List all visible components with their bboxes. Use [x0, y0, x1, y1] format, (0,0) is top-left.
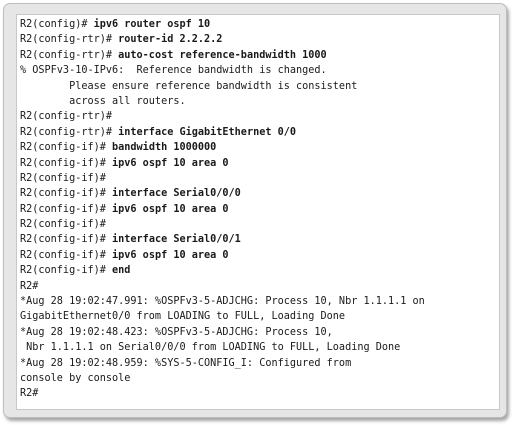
line-prompt: R2(config-rtr)# [20, 34, 119, 46]
terminal-line: R2(config-rtr)# router-id 2.2.2.2 [20, 32, 499, 47]
line-prompt: *Aug 28 19:02:47.991: %OSPFv3-5-ADJCHG: … [20, 296, 425, 308]
line-prompt: % OSPFv3-10-IPv6: Reference bandwidth is… [20, 65, 327, 77]
line-prompt: Nbr 1.1.1.1 on Serial0/0/0 from LOADING … [20, 342, 401, 354]
terminal-line: R2(config-rtr)# interface GigabitEtherne… [20, 125, 499, 140]
line-command: bandwidth 1000000 [112, 142, 217, 154]
line-prompt: R2(config-if)# [20, 203, 113, 215]
terminal-line: R2(config-if)# ipv6 ospf 10 area 0 [20, 156, 499, 171]
terminal-line: across all routers. [20, 94, 499, 109]
terminal-line: R2(config-if)# ipv6 ospf 10 area 0 [20, 202, 499, 217]
line-prompt: R2# [20, 388, 39, 400]
line-prompt: *Aug 28 19:02:48.423: %OSPFv3-5-ADJCHG: … [20, 326, 333, 338]
terminal-line: R2# [20, 386, 499, 401]
terminal-line: R2(config)# ipv6 router ospf 10 [20, 17, 499, 32]
terminal-line: *Aug 28 19:02:47.991: %OSPFv3-5-ADJCHG: … [20, 294, 499, 309]
line-command: interface GigabitEthernet 0/0 [118, 126, 297, 138]
line-command: ipv6 ospf 10 area 0 [112, 249, 229, 261]
line-prompt: R2(config-if)# [20, 172, 106, 184]
line-prompt: R2(config-if)# [20, 265, 113, 277]
line-command: ipv6 ospf 10 area 0 [112, 203, 229, 215]
line-prompt: R2(config-rtr)# [20, 126, 119, 138]
line-prompt: R2(config-if)# [20, 188, 113, 200]
terminal-line: R2(config-if)# interface Serial0/0/1 [20, 232, 499, 247]
line-command: auto-cost reference-bandwidth 1000 [118, 49, 327, 61]
line-command: end [112, 265, 131, 277]
line-prompt: GigabitEthernet0/0 from LOADING to FULL,… [20, 311, 346, 323]
line-command: ipv6 router ospf 10 [93, 19, 211, 30]
line-prompt: R2(config-rtr)# [20, 111, 113, 123]
line-command: ipv6 ospf 10 area 0 [112, 157, 229, 169]
line-prompt: R2(config)# [20, 19, 94, 30]
terminal-line: GigabitEthernet0/0 from LOADING to FULL,… [20, 309, 499, 324]
terminal-line: R2(config-if)# interface Serial0/0/0 [20, 186, 499, 201]
line-prompt: R2(config-if)# [20, 142, 113, 154]
terminal-line: R2(config-rtr)# auto-cost reference-band… [20, 48, 499, 63]
line-prompt: console by console [20, 372, 131, 384]
terminal-line: R2(config-if)# [20, 217, 499, 232]
terminal-output: R2(config)# ipv6 router ospf 10 R2(confi… [16, 14, 500, 410]
line-prompt: *Aug 28 19:02:48.959: %SYS-5-CONFIG_I: C… [20, 357, 352, 369]
figure-frame: R2(config)# ipv6 router ospf 10 R2(confi… [3, 3, 507, 418]
line-command: interface Serial0/0/1 [112, 234, 241, 246]
terminal-line: R2(config-rtr)# [20, 109, 499, 124]
line-prompt: R2(config-if)# [20, 249, 113, 261]
line-prompt: across all routers. [20, 95, 186, 107]
terminal-line: R2(config-if)# bandwidth 1000000 [20, 140, 499, 155]
terminal-line: Please ensure reference bandwidth is con… [20, 79, 499, 94]
line-prompt: R2(config-if)# [20, 234, 113, 246]
terminal-line: R2(config-if)# end [20, 263, 499, 278]
line-prompt: R2(config-rtr)# [20, 49, 119, 61]
terminal-line: R2# [20, 279, 499, 294]
line-prompt: R2(config-if)# [20, 157, 113, 169]
line-prompt: Please ensure reference bandwidth is con… [20, 80, 358, 92]
line-prompt: R2(config-if)# [20, 219, 106, 231]
terminal-line: *Aug 28 19:02:48.423: %OSPFv3-5-ADJCHG: … [20, 325, 499, 340]
terminal-line: R2(config-if)# [20, 171, 499, 186]
terminal-line: Nbr 1.1.1.1 on Serial0/0/0 from LOADING … [20, 340, 499, 355]
terminal-line: % OSPFv3-10-IPv6: Reference bandwidth is… [20, 63, 499, 78]
line-command: interface Serial0/0/0 [112, 188, 241, 200]
terminal-line: R2(config-if)# ipv6 ospf 10 area 0 [20, 248, 499, 263]
line-command: router-id 2.2.2.2 [118, 34, 223, 46]
terminal-line: *Aug 28 19:02:48.959: %SYS-5-CONFIG_I: C… [20, 356, 499, 371]
line-prompt: R2# [20, 280, 39, 292]
terminal-line: console by console [20, 371, 499, 386]
